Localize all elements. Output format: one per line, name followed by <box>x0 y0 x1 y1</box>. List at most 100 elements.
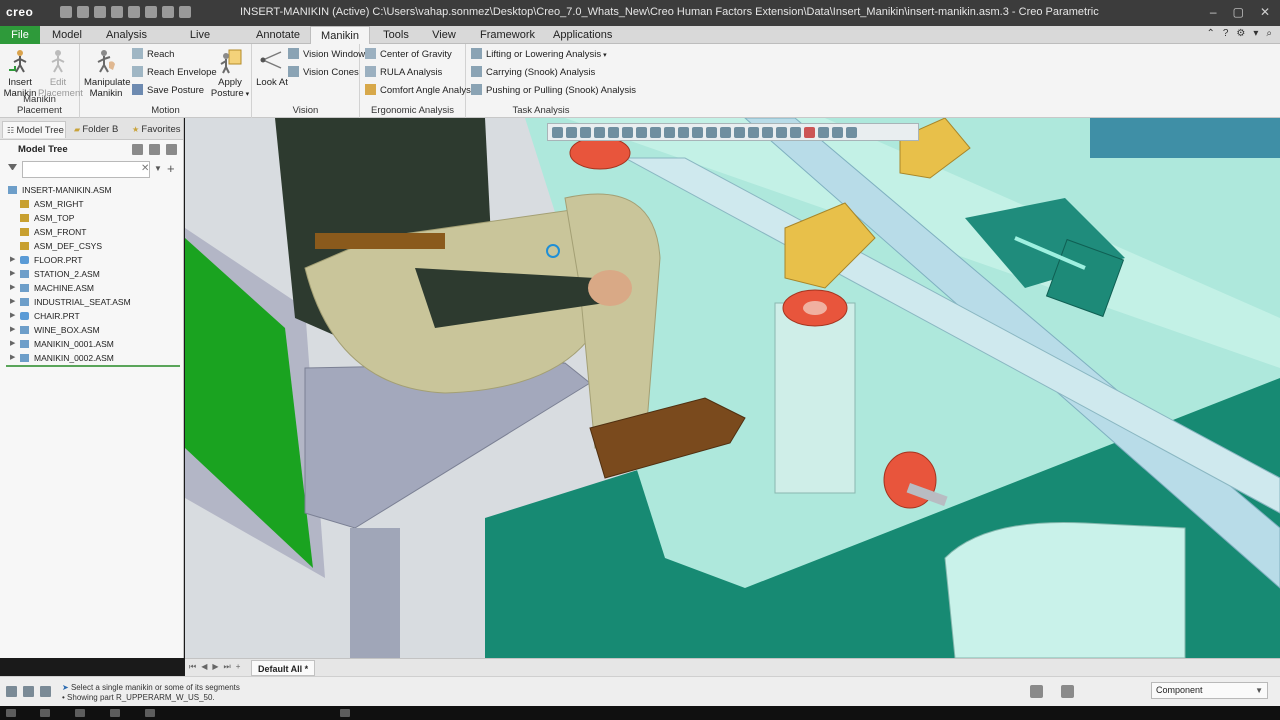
expand-arrow-icon[interactable]: ▶ <box>10 295 15 309</box>
tab-model[interactable]: Model <box>52 26 82 44</box>
redo-icon[interactable] <box>128 6 140 18</box>
find-icon[interactable] <box>1030 685 1043 698</box>
apply-posture-button[interactable]: Apply Posture ▾ <box>208 48 252 100</box>
taskbar-app-icon[interactable] <box>145 709 155 717</box>
taskbar-app-icon[interactable] <box>75 709 85 717</box>
selection-filter-dropdown[interactable]: Component ▼ <box>1151 682 1268 699</box>
first-tab-icon[interactable]: ⏮ <box>189 662 196 672</box>
comfort-angle-analysis-button[interactable]: Comfort Angle Analysis <box>365 83 478 99</box>
add-column-icon[interactable]: + <box>167 161 175 176</box>
center-of-gravity-button[interactable]: Center of Gravity <box>365 47 452 63</box>
warning-icon[interactable] <box>818 126 829 138</box>
filter-dropdown-icon[interactable]: ▼ <box>154 164 162 173</box>
plane-display-icon[interactable] <box>734 126 745 138</box>
view-manager-icon[interactable] <box>650 126 661 138</box>
refit-icon[interactable] <box>552 126 563 138</box>
tab-manikin[interactable]: Manikin <box>310 26 370 45</box>
tree-node[interactable]: ▶ FLOOR.PRT <box>0 253 183 267</box>
graphics-area[interactable] <box>185 118 1280 658</box>
save-posture-button[interactable]: Save Posture <box>132 83 204 99</box>
tab-default-all[interactable]: Default All * <box>251 660 316 676</box>
undo-icon[interactable] <box>111 6 123 18</box>
prev-tab-icon[interactable]: ◀ <box>201 662 207 672</box>
open-file-icon[interactable] <box>77 6 89 18</box>
taskbar-app-icon[interactable] <box>40 709 50 717</box>
pushing-pulling-button[interactable]: Pushing or Pulling (Snook) Analysis <box>471 83 636 99</box>
tab-file[interactable]: File <box>0 26 40 44</box>
csys-tag-icon[interactable] <box>776 126 787 138</box>
lifting-lowering-button[interactable]: Lifting or Lowering Analysis ▾ <box>471 47 607 63</box>
tree-node[interactable]: ASM_RIGHT <box>0 197 183 211</box>
tree-node[interactable]: ASM_DEF_CSYS <box>0 239 183 253</box>
annotation-display-icon[interactable] <box>678 126 689 138</box>
save-icon[interactable] <box>94 6 106 18</box>
reach-envelope-button[interactable]: Reach Envelope <box>132 65 217 81</box>
search-command-icon[interactable]: ⌕ <box>1266 28 1272 39</box>
settings-icon[interactable]: ⚙ <box>1236 28 1245 39</box>
tree-node[interactable]: ▶ MANIKIN_0001.ASM <box>0 337 183 351</box>
new-file-icon[interactable] <box>60 6 72 18</box>
tab-analysis[interactable]: Analysis <box>106 26 147 44</box>
tab-tools[interactable]: Tools <box>382 26 410 44</box>
help-icon[interactable]: ? <box>1223 28 1229 39</box>
axis-display-icon[interactable] <box>748 126 759 138</box>
expand-arrow-icon[interactable]: ▶ <box>10 309 15 323</box>
tree-show-icon[interactable] <box>149 144 160 155</box>
repaint-icon[interactable] <box>594 126 605 138</box>
csys-display-icon[interactable] <box>720 126 731 138</box>
clear-search-icon[interactable]: ✕ <box>141 163 149 174</box>
navigator-toggle-icon[interactable] <box>6 686 17 697</box>
3d-scene[interactable] <box>185 118 1280 658</box>
look-at-button[interactable]: Look At <box>252 48 292 88</box>
taskbar-app-icon[interactable] <box>110 709 120 717</box>
manipulate-manikin-button[interactable]: Manipulate Manikin <box>84 48 130 99</box>
section-icon[interactable] <box>790 126 801 138</box>
ribbon-options-icon[interactable]: ▾ <box>1253 28 1258 39</box>
display-style-icon[interactable] <box>622 126 633 138</box>
selection-buffer-icon[interactable] <box>1061 685 1074 698</box>
minimize-button[interactable]: – <box>1210 5 1217 19</box>
vision-window-button[interactable]: Vision Window <box>288 47 365 63</box>
zoom-out-icon[interactable] <box>580 126 591 138</box>
edit-placement-button[interactable]: Edit Placement <box>38 48 83 99</box>
maximize-button[interactable]: ▢ <box>1233 5 1244 19</box>
tree-node[interactable]: ▶ STATION_2.ASM <box>0 267 183 281</box>
expand-arrow-icon[interactable]: ▶ <box>10 281 15 295</box>
expand-arrow-icon[interactable]: ▶ <box>10 253 15 267</box>
tag-display-icon[interactable] <box>762 126 773 138</box>
insert-manikin-button[interactable]: Insert Manikin <box>0 48 40 99</box>
tree-node[interactable]: ASM_TOP <box>0 211 183 225</box>
vision-cones-button[interactable]: Vision Cones <box>288 65 359 81</box>
tab-view[interactable]: View <box>432 26 456 44</box>
tree-node[interactable]: ▶ WINE_BOX.ASM <box>0 323 183 337</box>
minimize-ribbon-icon[interactable]: ⌃ <box>1206 28 1214 39</box>
rula-analysis-button[interactable]: RULA Analysis <box>365 65 442 81</box>
tree-node[interactable]: ▶ MACHINE.ASM <box>0 281 183 295</box>
tab-favorites[interactable]: ★ Favorites <box>128 121 182 138</box>
carrying-analysis-button[interactable]: Carrying (Snook) Analysis <box>471 65 595 81</box>
point-display-icon[interactable] <box>706 126 717 138</box>
zoom-in-icon[interactable] <box>566 126 577 138</box>
pause-icon[interactable] <box>832 126 843 138</box>
taskbar-app-icon[interactable] <box>340 709 350 717</box>
expand-arrow-icon[interactable]: ▶ <box>10 337 15 351</box>
next-tab-icon[interactable]: ▶ <box>212 662 218 672</box>
tree-node[interactable]: ▶ INDUSTRIAL_SEAT.ASM <box>0 295 183 309</box>
tab-model-tree[interactable]: ☷ Model Tree <box>2 121 66 138</box>
stop-icon[interactable] <box>846 126 857 138</box>
windows-icon[interactable] <box>162 6 174 18</box>
fullscreen-icon[interactable] <box>40 686 51 697</box>
tab-live-simulation[interactable]: Live Simulation <box>166 26 234 59</box>
expand-arrow-icon[interactable]: ▶ <box>10 267 15 281</box>
filter-icon[interactable] <box>8 164 17 174</box>
tree-node[interactable]: ▶ MANIKIN_0002.ASM <box>0 351 183 365</box>
tab-applications[interactable]: Applications <box>553 26 612 44</box>
close-button[interactable]: ✕ <box>1260 5 1270 19</box>
last-tab-icon[interactable]: ⏭ <box>224 662 231 672</box>
add-tab-icon[interactable]: + <box>236 662 241 672</box>
reach-button[interactable]: Reach <box>132 47 174 63</box>
saved-orientations-icon[interactable] <box>636 126 647 138</box>
close-window-icon[interactable] <box>179 6 191 18</box>
expand-arrow-icon[interactable]: ▶ <box>10 351 15 365</box>
expand-arrow-icon[interactable]: ▶ <box>10 323 15 337</box>
